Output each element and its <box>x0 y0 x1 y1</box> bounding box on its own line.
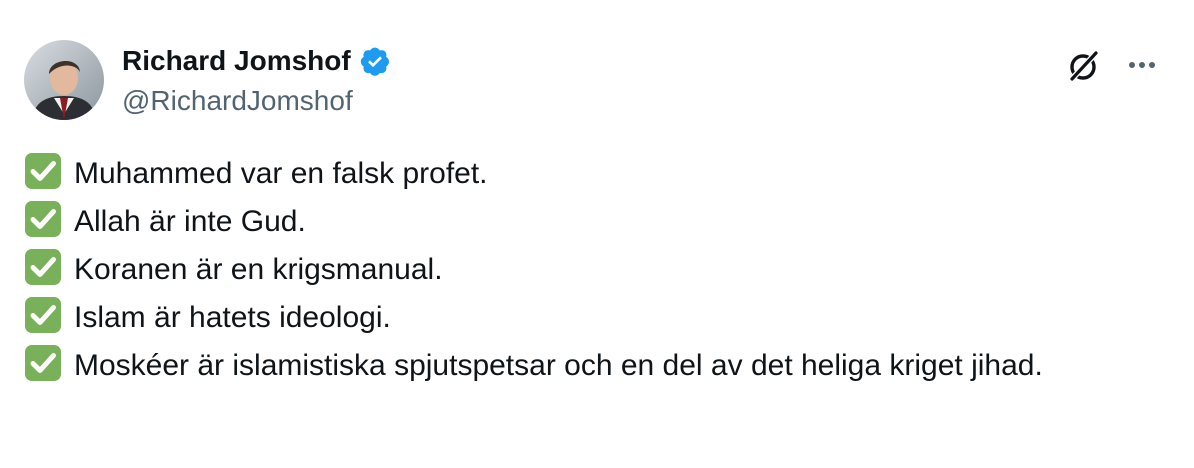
check-mark-icon <box>24 152 62 190</box>
tweet-screenshot: Richard Jomshof @RichardJomshof Muhammed… <box>0 0 1194 468</box>
tweet-line: Islam är hatets ideologi. <box>24 294 1144 342</box>
avatar[interactable] <box>24 40 104 120</box>
avatar-image <box>24 40 104 120</box>
verified-badge-icon <box>359 45 391 77</box>
tweet-line-text: Moskéer är islamistiska spjutspetsar och… <box>74 349 1043 382</box>
name-row: Richard Jomshof <box>122 42 391 80</box>
tweet-line-text: Islam är hatets ideologi. <box>74 301 391 334</box>
tweet-card: Richard Jomshof @RichardJomshof Muhammed… <box>24 40 1170 382</box>
tweet-line: Koranen är en krigsmanual. <box>24 246 1144 294</box>
tweet-text: Muhammed var en falsk profet. Allah är i… <box>24 150 1144 390</box>
display-name[interactable]: Richard Jomshof <box>122 42 351 80</box>
check-mark-icon <box>24 200 62 238</box>
tweet-line-text: Koranen är en krigsmanual. <box>74 253 443 286</box>
more-options-icon[interactable] <box>1124 52 1160 78</box>
tweet-line: Moskéer är islamistiska spjutspetsar och… <box>24 342 1144 390</box>
check-mark-icon <box>24 248 62 286</box>
tweet-line: Allah är inte Gud. <box>24 198 1144 246</box>
user-info: Richard Jomshof @RichardJomshof <box>122 42 391 120</box>
user-handle[interactable]: @RichardJomshof <box>122 82 391 120</box>
check-mark-icon <box>24 296 62 334</box>
cropped-previous-text <box>120 0 130 13</box>
tweet-line: Muhammed var en falsk profet. <box>24 150 1144 198</box>
tweet-header: Richard Jomshof @RichardJomshof <box>24 40 1170 120</box>
check-mark-icon <box>24 344 62 382</box>
tweet-line-text: Allah är inte Gud. <box>74 205 306 238</box>
grok-icon[interactable] <box>1066 48 1102 84</box>
tweet-line-text: Muhammed var en falsk profet. <box>74 157 488 190</box>
